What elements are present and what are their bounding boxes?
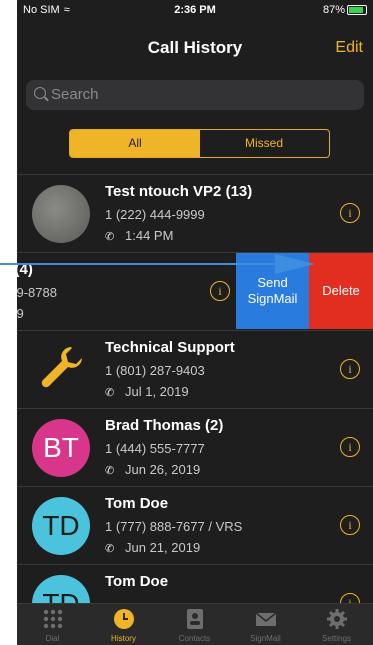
- contact-name: Brad Thomas (2): [105, 417, 224, 434]
- info-icon[interactable]: i: [340, 437, 360, 457]
- tab-label: SignMail: [250, 634, 281, 643]
- tab-dial[interactable]: Dial: [17, 604, 88, 645]
- contact-name: Tom Doe: [105, 573, 169, 590]
- keypad-icon: [43, 609, 63, 629]
- nav-bar: Call History Edit: [17, 30, 373, 66]
- call-time: 019: [17, 306, 24, 321]
- clock-icon: [114, 609, 134, 629]
- contact-phone: 1 (777) 888-7677 / VRS: [105, 519, 243, 534]
- tab-signmail[interactable]: SignMail: [230, 604, 301, 645]
- call-type-icon: ✆: [105, 387, 115, 399]
- call-type-icon: ✆: [105, 465, 115, 477]
- contact-name: Technical Support: [105, 339, 235, 356]
- call-type-icon: ✆: [105, 543, 115, 555]
- call-type-icon: ✆: [105, 231, 115, 243]
- tab-label: Contacts: [178, 634, 211, 643]
- tab-bar: Dial History Contacts SignMail Settings: [17, 603, 373, 645]
- segment-missed[interactable]: Missed: [199, 130, 329, 157]
- contacts-icon: [187, 609, 203, 629]
- contact-phone: 999-8788: [17, 285, 57, 300]
- call-time-text: Jun 26, 2019: [125, 462, 201, 477]
- page-title: Call History: [147, 38, 243, 57]
- info-icon[interactable]: i: [340, 203, 360, 223]
- call-time-text: Jun 21, 2019: [125, 540, 201, 555]
- avatar: TD: [32, 497, 90, 555]
- call-time: ✆ Jun 21, 2019: [105, 540, 200, 555]
- tab-label: History: [111, 634, 136, 643]
- phone-screen: No SIM ≈ 2:36 PM 87% Call History Edit Se…: [17, 0, 373, 645]
- battery-status: 87%: [323, 4, 367, 16]
- call-time-text: Jul 1, 2019: [125, 384, 189, 399]
- tab-settings[interactable]: Settings: [301, 604, 372, 645]
- contact-phone: 1 (444) 555-7777: [105, 441, 205, 456]
- info-icon[interactable]: i: [340, 359, 360, 379]
- avatar: [32, 185, 90, 243]
- contact-name: Test ntouch VP2 (13): [105, 183, 253, 200]
- swipe-arrow-head: [275, 254, 315, 274]
- list-item[interactable]: Technical Support 1 (801) 287-9403 ✆ Jul …: [17, 330, 373, 408]
- contact-phone: 1 (801) 287-9403: [105, 363, 205, 378]
- call-time: ✆ 1:44 PM: [105, 228, 173, 243]
- call-time-text: 1:44 PM: [125, 228, 174, 243]
- delete-button[interactable]: Delete: [309, 253, 373, 329]
- wrench-icon: [41, 347, 82, 388]
- list-item[interactable]: BT Brad Thomas (2) 1 (444) 555-7777 ✆ Jun…: [17, 408, 373, 486]
- battery-icon: [347, 5, 367, 16]
- info-icon[interactable]: i: [210, 281, 230, 301]
- edit-button[interactable]: Edit: [335, 39, 363, 57]
- search-input[interactable]: Search: [26, 80, 364, 110]
- avatar: BT: [32, 419, 90, 477]
- swipe-arrow-line: [0, 263, 300, 265]
- filter-segmented-control: All Missed: [69, 129, 330, 158]
- call-time: ✆ Jun 26, 2019: [105, 462, 200, 477]
- search-placeholder: Search: [51, 86, 99, 103]
- status-bar: No SIM ≈ 2:36 PM 87%: [17, 0, 373, 20]
- contact-name: Tom Doe: [105, 495, 169, 512]
- list-item[interactable]: TD Tom Doe 1 (777) 888-7677 / VRS ✆ Jun 2…: [17, 486, 373, 564]
- tab-label: Dial: [45, 634, 60, 643]
- tab-contacts[interactable]: Contacts: [159, 604, 230, 645]
- search-icon: [34, 87, 46, 99]
- segment-all[interactable]: All: [70, 130, 200, 157]
- contact-phone: 1 (222) 444-9999: [105, 207, 205, 222]
- envelope-icon: [255, 612, 277, 626]
- info-icon[interactable]: i: [340, 515, 360, 535]
- call-time: ✆ Jul 1, 2019: [105, 384, 189, 399]
- status-time: 2:36 PM: [174, 4, 216, 16]
- gear-icon: [327, 609, 347, 629]
- tab-history[interactable]: History: [88, 604, 159, 645]
- list-item[interactable]: Test ntouch VP2 (13) 1 (222) 444-9999 ✆ 1…: [17, 174, 373, 252]
- tab-label: Settings: [322, 634, 351, 643]
